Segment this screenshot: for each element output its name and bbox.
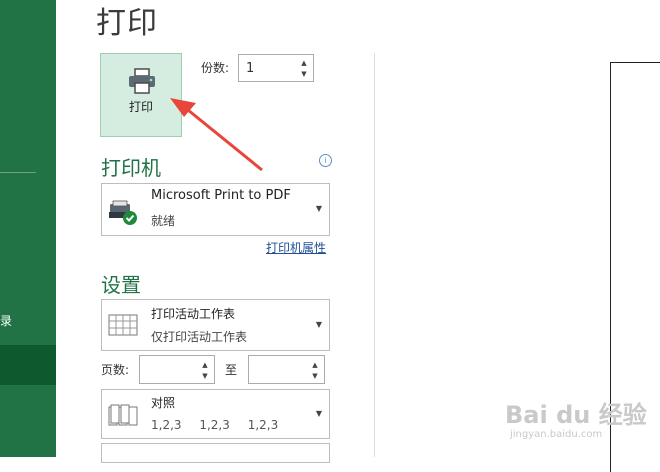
sidebar-item-partial[interactable]: 录 [0, 312, 12, 329]
info-icon[interactable]: i [319, 154, 332, 167]
watermark-url: jingyan.baidu.com [510, 429, 603, 440]
watermark-logo-text: Bai du 经验 [505, 401, 647, 429]
page-title: 打印 [96, 6, 158, 41]
copies-stepper[interactable]: 1 ▲ ▼ [238, 54, 314, 82]
chevron-down-icon: ▼ [315, 320, 322, 329]
pages-to-label: 至 [225, 363, 238, 377]
collate-title: 对照 [151, 396, 176, 410]
chevron-down-icon: ▼ [315, 409, 322, 418]
increment-icon[interactable]: ▲ [310, 360, 320, 370]
print-button[interactable]: 打印 [100, 53, 182, 137]
pages-label: 页数: [101, 363, 130, 377]
print-button-label: 打印 [128, 100, 153, 114]
increment-icon[interactable]: ▲ [200, 360, 210, 370]
pages-from-stepper[interactable]: ▲ ▼ [139, 355, 215, 384]
copies-value: 1 [246, 61, 255, 76]
printer-status: 就绪 [151, 214, 176, 228]
decrement-icon[interactable]: ▼ [200, 371, 210, 381]
printer-section-title: 打印机 [101, 156, 161, 180]
print-scope-title: 打印活动工作表 [151, 307, 236, 321]
sidebar-item-print-active[interactable] [0, 345, 56, 385]
chevron-down-icon: ▼ [315, 204, 322, 213]
printer-icon [129, 68, 155, 94]
settings-section-title: 设置 [101, 273, 141, 297]
increment-icon[interactable]: ▲ [299, 58, 309, 68]
printer-dropdown[interactable]: Microsoft Print to PDF 就绪 ▼ [101, 183, 330, 236]
backstage-sidebar: 录 [0, 0, 56, 457]
collated-pages-icon [108, 404, 138, 426]
print-scope-subtitle: 仅打印活动工作表 [151, 330, 248, 344]
annotation-arrow [170, 98, 263, 172]
next-setting-dropdown[interactable] [101, 443, 330, 463]
decrement-icon[interactable]: ▼ [310, 371, 320, 381]
copies-label: 份数: [201, 61, 230, 75]
panel-divider [374, 53, 375, 457]
printer-name: Microsoft Print to PDF [151, 188, 291, 203]
printer-ready-icon [109, 200, 137, 225]
collate-subtitle: 1,2,3 1,2,3 1,2,3 [151, 418, 279, 432]
sidebar-divider [0, 172, 36, 173]
print-scope-dropdown[interactable]: 打印活动工作表 仅打印活动工作表 ▼ [101, 299, 330, 351]
printer-properties-link[interactable]: 打印机属性 [266, 239, 326, 256]
collate-dropdown[interactable]: 对照 1,2,3 1,2,3 1,2,3 ▼ [101, 389, 330, 439]
pages-to-stepper[interactable]: ▲ ▼ [248, 355, 325, 384]
worksheet-grid-icon [108, 314, 138, 336]
decrement-icon[interactable]: ▼ [299, 69, 309, 79]
watermark: Bai du 经验 jingyan.baidu.com [505, 395, 647, 440]
